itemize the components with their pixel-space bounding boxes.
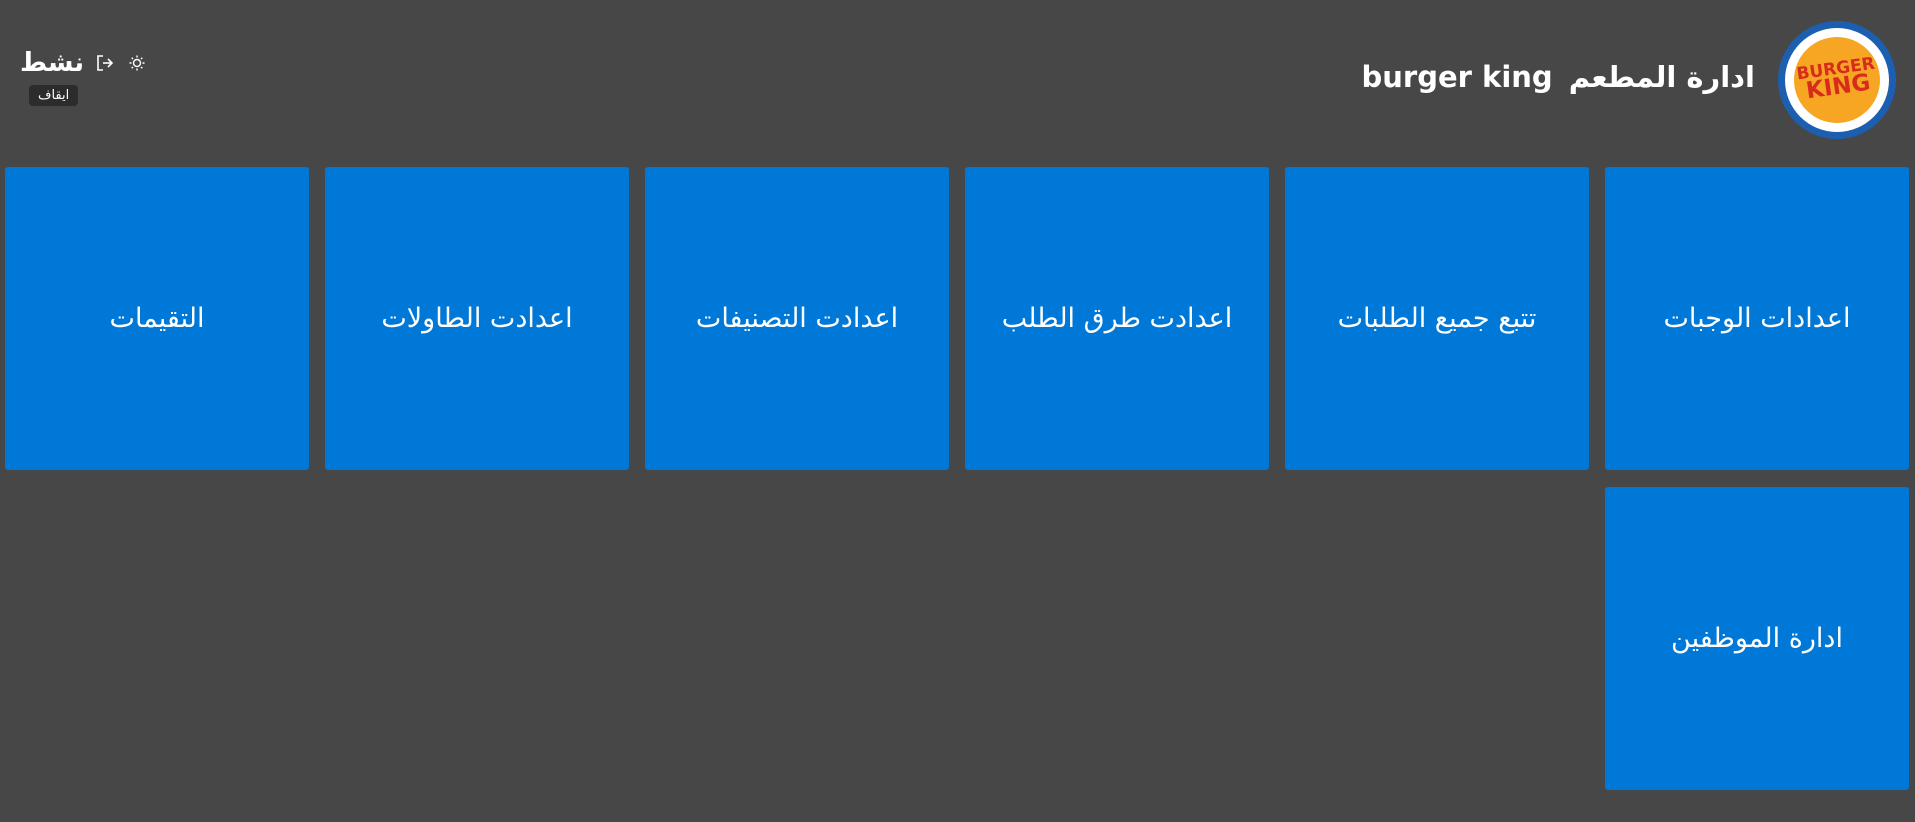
tile-label: اعدادت التصنيفات: [695, 303, 899, 334]
page-title-brand: burger king: [1361, 60, 1553, 94]
app-root: BURGER KING ادارة المطعم burger king نشط: [0, 0, 1915, 822]
tile-label: اعدادات الوجبات: [1663, 303, 1851, 334]
tile-order-methods-settings[interactable]: اعدادت طرق الطلب: [965, 167, 1269, 470]
tile-label: تتبع جميع الطلبات: [1337, 303, 1537, 334]
burger-king-logo: BURGER KING: [1778, 21, 1896, 139]
page-title: ادارة المطعم burger king: [1362, 60, 1755, 94]
page-title-main: ادارة المطعم: [1568, 60, 1755, 94]
stop-tooltip: ايقاف: [29, 85, 79, 106]
tile-track-orders[interactable]: تتبع جميع الطلبات: [1285, 167, 1589, 470]
tile-tables-settings[interactable]: اعدادت الطاولات: [325, 167, 629, 470]
tile-meals-settings[interactable]: اعدادات الوجبات: [1605, 167, 1909, 470]
tile-ratings[interactable]: التقيمات: [5, 167, 309, 470]
tile-staff-management[interactable]: ادارة الموظفين: [1605, 487, 1909, 790]
logout-icon[interactable]: [94, 52, 116, 74]
status-text[interactable]: نشط: [20, 50, 84, 76]
tile-label: التقيمات: [109, 303, 205, 334]
status-bar: نشط: [20, 50, 148, 76]
tile-label: ادارة الموظفين: [1671, 623, 1843, 654]
tile-label: اعدادت الطاولات: [381, 303, 573, 334]
tile-label: اعدادت طرق الطلب: [1001, 303, 1233, 334]
tile-categories-settings[interactable]: اعدادت التصنيفات: [645, 167, 949, 470]
sun-icon[interactable]: [126, 52, 148, 74]
